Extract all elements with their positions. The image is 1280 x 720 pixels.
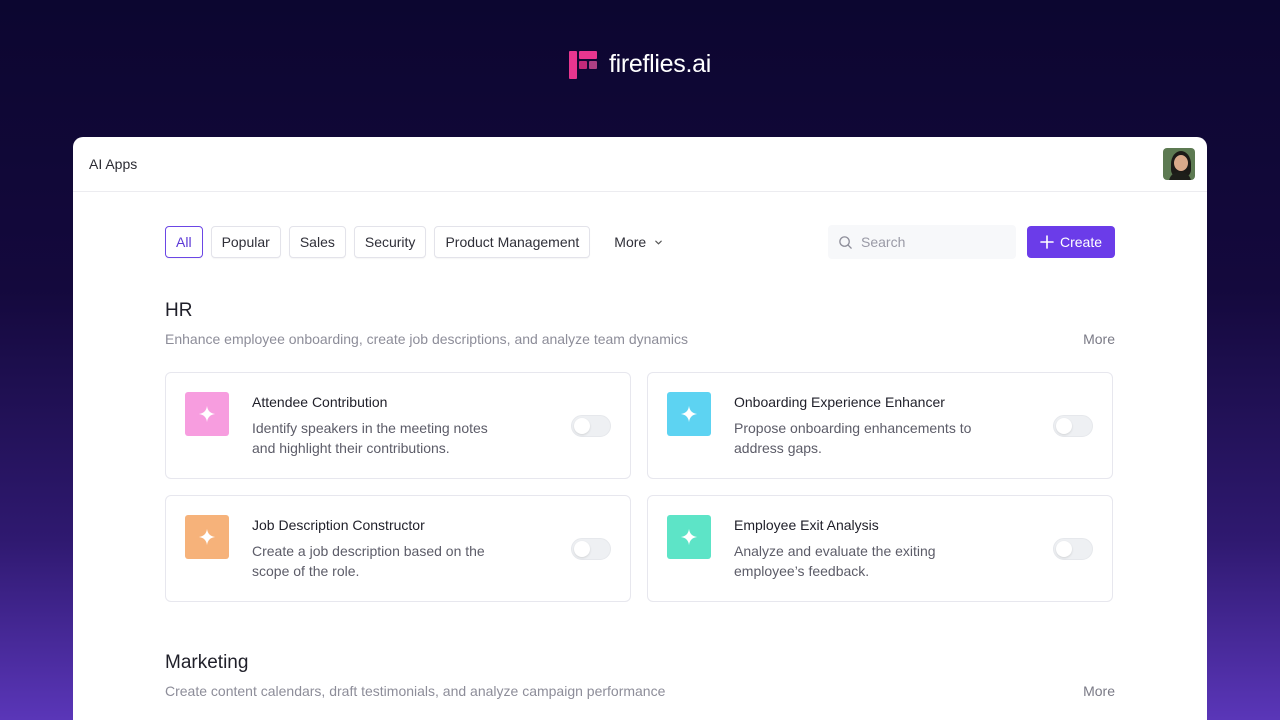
section-marketing: Marketing Create content calendars, draf… [165, 652, 1115, 699]
filter-chip-sales[interactable]: Sales [288, 226, 346, 258]
app-description: Create a job description based on the sc… [252, 543, 485, 579]
search-input[interactable] [861, 234, 1001, 250]
search-icon [839, 235, 852, 249]
app-description: Propose onboarding enhancements to addre… [734, 420, 972, 456]
panel-header: AI Apps [73, 137, 1207, 192]
app-card[interactable]: Employee Exit Analysis Analyze and evalu… [647, 495, 1113, 602]
chevron-down-icon [655, 240, 662, 245]
create-button[interactable]: Create [1027, 226, 1115, 258]
app-title: Attendee Contribution [252, 394, 388, 410]
search-box[interactable] [828, 225, 1016, 259]
app-card[interactable]: Attendee Contribution Identify speakers … [165, 372, 631, 479]
app-title: Onboarding Experience Enhancer [734, 394, 945, 410]
plus-icon [1040, 235, 1054, 249]
filter-chip-product-management[interactable]: Product Management [434, 226, 591, 258]
brand-name: fireflies.ai [609, 50, 711, 78]
filter-chip-security[interactable]: Security [353, 226, 427, 258]
app-icon-tile [667, 392, 711, 436]
app-icon-tile [185, 392, 229, 436]
app-description: Identify speakers in the meeting notes a… [252, 420, 488, 456]
app-toggle[interactable] [1053, 538, 1093, 560]
ai-apps-panel: AI Apps All Popular Sales Security Produ… [73, 137, 1207, 720]
avatar[interactable] [1163, 148, 1195, 180]
section-title: Marketing [165, 652, 249, 673]
section-hr: HR Enhance employee onboarding, create j… [165, 300, 1115, 602]
section-more-link[interactable]: More [1083, 683, 1115, 699]
app-toggle[interactable] [571, 415, 611, 437]
app-title: Job Description Constructor [252, 517, 425, 533]
app-icon-tile [667, 515, 711, 559]
section-more-link[interactable]: More [1083, 331, 1115, 347]
more-filters-label: More [614, 234, 647, 250]
app-card[interactable]: Onboarding Experience Enhancer Propose o… [647, 372, 1113, 479]
app-icon-tile [185, 515, 229, 559]
section-subtitle: Create content calendars, draft testimon… [165, 683, 666, 699]
sparkle-icon [198, 405, 216, 423]
create-button-label: Create [1059, 234, 1103, 250]
brand-header: fireflies.ai [0, 50, 1280, 79]
fireflies-logo-icon [569, 50, 597, 79]
filter-toolbar: All Popular Sales Security Product Manag… [165, 225, 1115, 259]
main-content: All Popular Sales Security Product Manag… [73, 192, 1207, 699]
sparkle-icon [680, 528, 698, 546]
filter-chip-all[interactable]: All [165, 226, 203, 258]
filter-chip-popular[interactable]: Popular [210, 226, 281, 258]
app-card[interactable]: Job Description Constructor Create a job… [165, 495, 631, 602]
app-card-grid: Attendee Contribution Identify speakers … [165, 372, 1115, 602]
app-toggle[interactable] [1053, 415, 1093, 437]
app-toggle[interactable] [571, 538, 611, 560]
sparkle-icon [198, 528, 216, 546]
sparkle-icon [680, 405, 698, 423]
app-description: Analyze and evaluate the exiting employe… [734, 543, 936, 579]
section-subtitle: Enhance employee onboarding, create job … [165, 331, 688, 347]
more-filters-dropdown[interactable]: More [614, 234, 663, 250]
page-title: AI Apps [89, 156, 138, 172]
section-title: HR [165, 300, 193, 321]
app-title: Employee Exit Analysis [734, 517, 879, 533]
